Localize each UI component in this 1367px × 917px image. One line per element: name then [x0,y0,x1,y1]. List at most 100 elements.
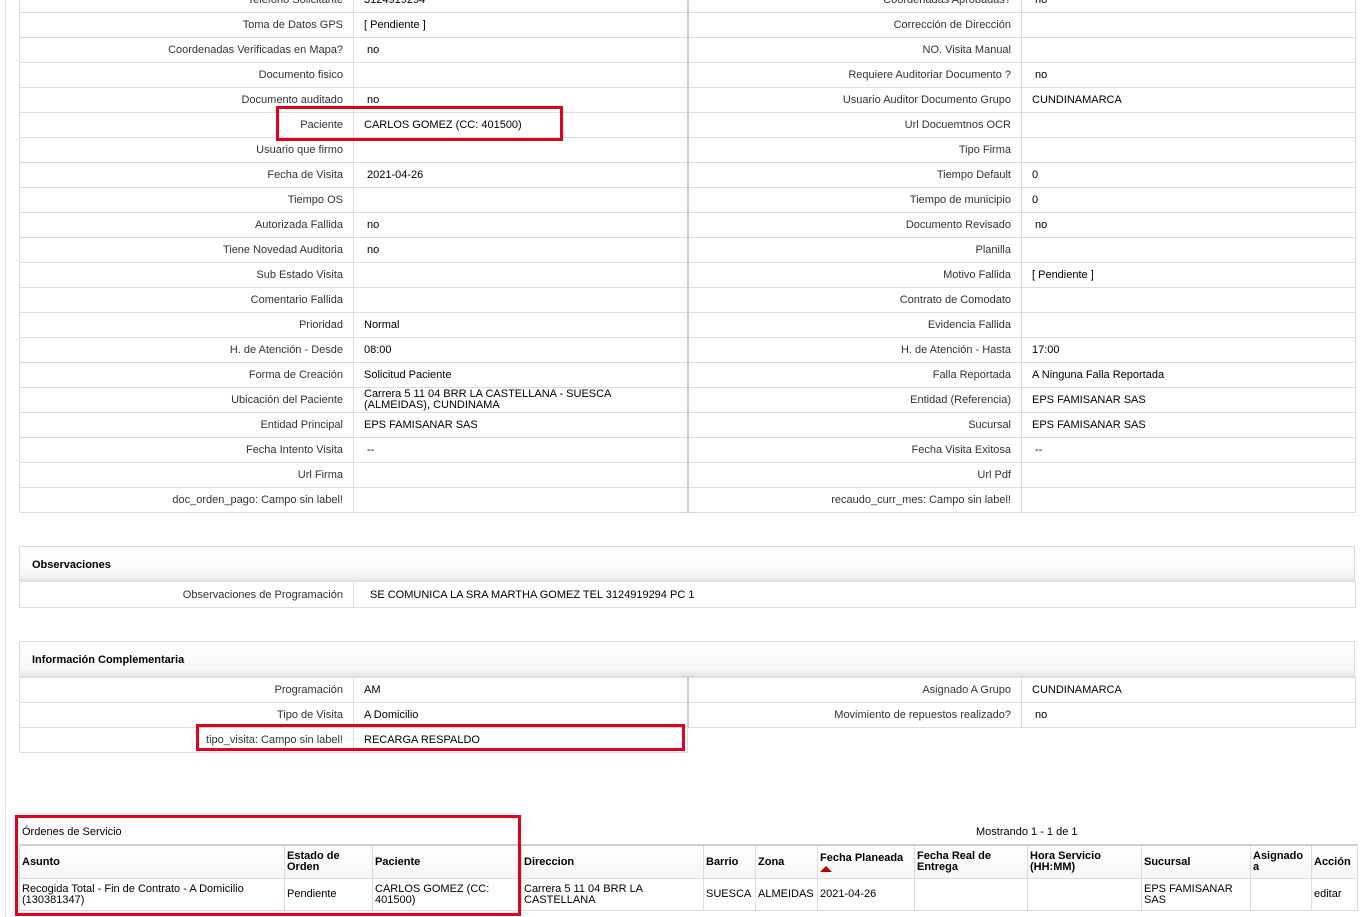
field-value: EPS FAMISANAR SAS [1021,387,1356,413]
field-label: Corrección de Dirección [686,12,1022,38]
observaciones-title: Observaciones [32,559,111,571]
field-label: Ubicación del Paciente [19,387,354,413]
observaciones-table: Observaciones de Programación SE COMUNIC… [19,581,1356,608]
field-label: Asignado A Grupo [686,677,1022,703]
cell-sucursal: EPS FAMISANAR SAS [1141,878,1251,911]
field-row: Coordenadas Verificadas en Mapa? no NO. Vi… [19,37,1356,63]
col-estado-orden[interactable]: Estado de Orden [284,844,373,879]
field-value: AM [353,677,688,703]
field-value: 2021-04-26 [353,162,688,188]
field-row: Fecha Intento Visita -- Fecha Visita Exito… [19,437,1356,463]
orders-header-row: Asunto Estado de Orden Paciente Direccio… [19,844,1358,879]
field-value: CUNDINAMARCA [1021,87,1356,113]
field-label: Url Pdf [686,462,1022,488]
field-label: Entidad (Referencia) [686,387,1022,413]
tipo-visita-row: tipo_visita: Campo sin label! RECARGA RE… [19,727,688,753]
field-label: Usuario que firmo [19,137,354,163]
field-value: CARLOS GOMEZ (CC: 401500) [353,112,688,138]
field-value [353,262,688,288]
col-paciente[interactable]: Paciente [372,844,522,879]
field-value [353,187,688,213]
field-row: doc_orden_pago: Campo sin label! recaudo_… [19,487,1356,513]
field-value [1021,287,1356,313]
field-row: Forma de Creación Solicitud Paciente Falla… [19,362,1356,388]
field-value [1021,37,1356,63]
field-value [1021,312,1356,338]
field-label: Planilla [686,237,1022,263]
cell-estado: Pendiente [284,878,373,911]
field-label: Comentario Fallida [19,287,354,313]
field-label: Fecha Intento Visita [19,437,354,463]
field-value: Carrera 5 11 04 BRR LA CASTELLANA - SUES… [353,387,688,413]
orders-table: Asunto Estado de Orden Paciente Direccio… [19,844,1358,911]
field-value: 0 [1021,187,1356,213]
orders-title: Órdenes de Servicio [22,826,122,838]
field-label: Teléfono Solicitante [19,0,354,13]
field-label: Coordenadas Verificadas en Mapa? [19,37,354,63]
col-hora-servicio[interactable]: Hora Servicio (HH:MM) [1027,844,1142,879]
tipo-visita-table: tipo_visita: Campo sin label! RECARGA RE… [19,727,688,753]
field-label: Tiempo OS [19,187,354,213]
cell-paciente: CARLOS GOMEZ (CC: 401500) [372,878,522,911]
field-value [1021,462,1356,488]
field-value [353,137,688,163]
col-asignado[interactable]: Asignado a [1250,844,1312,879]
field-label: Documento Revisado [686,212,1022,238]
col-accion: Acción [1311,844,1358,879]
field-row: Documento fisico Requiere Auditoriar Docu… [19,62,1356,88]
cell-asunto: Recogida Total - Fin de Contrato - A Dom… [19,878,285,911]
col-barrio[interactable]: Barrio [703,844,756,879]
field-row: Ubicación del Paciente Carrera 5 11 04 BR… [19,387,1356,413]
col-zona[interactable]: Zona [755,844,818,879]
field-label: Usuario Auditor Documento Grupo [686,87,1022,113]
field-label: Sucursal [686,412,1022,438]
field-value: no [353,87,688,113]
field-label: doc_orden_pago: Campo sin label! [19,487,354,513]
field-row: Tiempo OS Tiempo de municipio 0 [19,187,1356,213]
field-label: Movimiento de repuestos realizado? [686,702,1022,728]
field-label: Motivo Fallida [686,262,1022,288]
field-row: Tiene Novedad Auditoria no Planilla [19,237,1356,263]
field-value: [ Pendiente ] [353,12,688,38]
field-value: 0 [1021,162,1356,188]
field-row: Paciente CARLOS GOMEZ (CC: 401500) Url Doc… [19,112,1356,138]
field-value: no [353,237,688,263]
sort-ascending-icon[interactable] [820,865,832,872]
field-row: Entidad Principal EPS FAMISANAR SAS Sucurs… [19,412,1356,438]
field-value: EPS FAMISANAR SAS [1021,412,1356,438]
edit-link[interactable]: editar [1311,878,1358,911]
field-value: no [353,37,688,63]
field-label: Fecha Visita Exitosa [686,437,1022,463]
col-sucursal[interactable]: Sucursal [1141,844,1251,879]
field-value: [ Pendiente ] [1021,262,1356,288]
col-direccion[interactable]: Direccion [521,844,704,879]
field-value [353,287,688,313]
field-label: Entidad Principal [19,412,354,438]
field-label: Documento auditado [19,87,354,113]
col-fecha-planeada[interactable]: Fecha Planeada [817,844,915,879]
field-label: Evidencia Fallida [686,312,1022,338]
field-label: Url Docuemtnos OCR [686,112,1022,138]
field-label: Tipo Firma [686,137,1022,163]
field-value [1021,237,1356,263]
col-asunto[interactable]: Asunto [19,844,285,879]
field-label: Requiere Auditoriar Documento ? [686,62,1022,88]
field-value: no [1021,0,1356,13]
field-label: tipo_visita: Campo sin label! [19,727,354,753]
field-value: RECARGA RESPALDO [353,727,688,753]
col-fecha-real[interactable]: Fecha Real de Entrega [914,844,1028,879]
field-value [1021,487,1356,513]
info-complementaria-title: Información Complementaria [32,654,185,666]
field-value [1021,12,1356,38]
field-label: Coordenadas Aprobadas? [686,0,1022,13]
col-fecha-planeada-label: Fecha Planeada [820,851,904,864]
field-label: NO. Visita Manual [686,37,1022,63]
page-left-border [5,0,6,917]
field-label: H. de Atención - Hasta [686,337,1022,363]
cell-zona: ALMEIDAS [755,878,818,911]
cell-direccion: Carrera 5 11 04 BRR LA CASTELLANA [521,878,704,911]
field-label: recaudo_curr_mes: Campo sin label! [686,487,1022,513]
field-label: Fecha de Visita [19,162,354,188]
field-label: Toma de Datos GPS [19,12,354,38]
field-label: Sub Estado Visita [19,262,354,288]
